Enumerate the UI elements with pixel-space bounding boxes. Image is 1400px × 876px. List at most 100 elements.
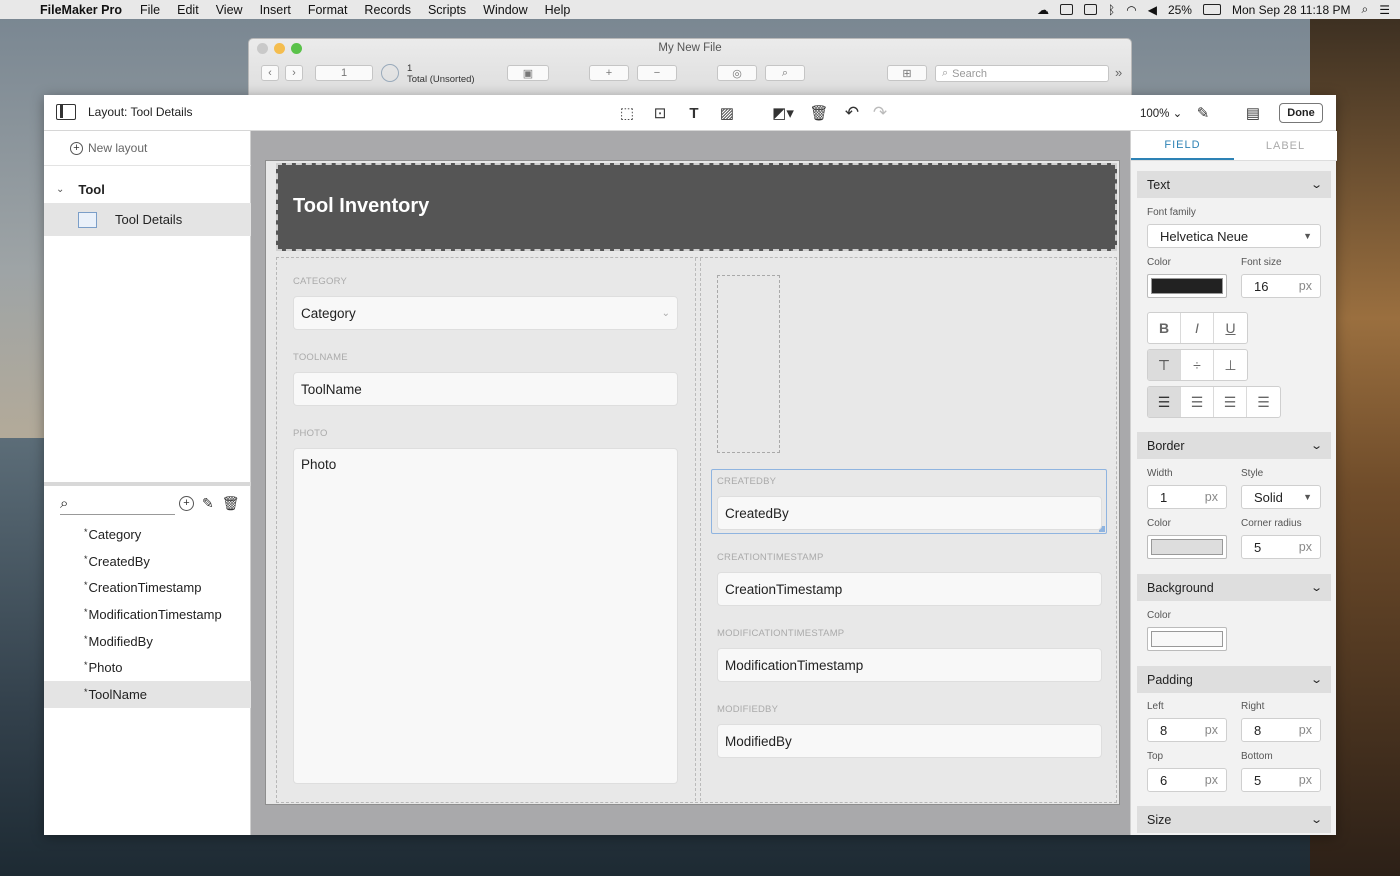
field-label-category[interactable]: CATEGORY bbox=[293, 276, 347, 287]
tab-label[interactable]: LABEL bbox=[1234, 131, 1337, 160]
show-all-icon[interactable]: ▣ bbox=[507, 65, 549, 81]
field-list-item[interactable]: * ModifiedBy bbox=[44, 628, 251, 655]
font-size-input[interactable]: 16 px bbox=[1241, 274, 1321, 298]
find-icon[interactable]: ◎ bbox=[717, 65, 757, 81]
chevron-down-icon[interactable]: ⌄ bbox=[56, 184, 64, 195]
zoom-select[interactable]: 100% ⌄ bbox=[1140, 106, 1182, 120]
cloud-icon[interactable]: ☁ bbox=[1037, 3, 1049, 17]
section-size[interactable]: Size ⌄ bbox=[1137, 806, 1331, 833]
corner-radius-input[interactable]: 5 px bbox=[1241, 535, 1321, 559]
field-tool-icon[interactable]: ⊡ bbox=[649, 102, 671, 124]
file-search-input[interactable]: ⌕ Search bbox=[935, 65, 1109, 82]
menu-scripts[interactable]: Scripts bbox=[428, 3, 466, 17]
delete-record-icon[interactable]: − bbox=[637, 65, 677, 81]
italic-icon[interactable]: I bbox=[1181, 313, 1214, 343]
arrange-icon[interactable]: ◩▾ bbox=[766, 102, 800, 124]
field-modifiedby[interactable]: ModifiedBy bbox=[717, 724, 1102, 758]
menu-file[interactable]: File bbox=[140, 3, 160, 17]
clock[interactable]: Mon Sep 28 11:18 PM bbox=[1232, 3, 1351, 17]
padding-bottom-input[interactable]: 5 px bbox=[1241, 768, 1321, 792]
menu-edit[interactable]: Edit bbox=[177, 3, 199, 17]
header-part[interactable]: Tool Inventory bbox=[276, 163, 1117, 251]
field-list-item[interactable]: * CreationTimestamp bbox=[44, 574, 251, 601]
padding-left-input[interactable]: 8 px bbox=[1147, 718, 1227, 742]
field-list-item[interactable]: * Category bbox=[44, 521, 251, 548]
image-placeholder[interactable] bbox=[717, 275, 780, 453]
sort-icon[interactable]: ⌕ bbox=[765, 65, 805, 81]
bold-icon[interactable]: B bbox=[1148, 313, 1181, 343]
font-family-select[interactable]: Helvetica Neue ▼ bbox=[1147, 224, 1321, 248]
align-left-icon[interactable]: ☰ bbox=[1148, 387, 1181, 417]
back-record-icon[interactable]: ‹ bbox=[261, 65, 279, 81]
border-width-input[interactable]: 1 px bbox=[1147, 485, 1227, 509]
menu-records[interactable]: Records bbox=[364, 3, 411, 17]
share-icon[interactable]: ⊞ bbox=[887, 65, 927, 81]
field-label-creationtimestamp[interactable]: CREATIONTIMESTAMP bbox=[717, 552, 824, 563]
field-label-createdby[interactable]: CREATEDBY bbox=[717, 476, 776, 487]
volume-icon[interactable]: ◀ bbox=[1148, 3, 1157, 17]
field-search-input[interactable]: ⌕ bbox=[60, 493, 175, 515]
padding-top-input[interactable]: 6 px bbox=[1147, 768, 1227, 792]
padding-right-input[interactable]: 8 px bbox=[1241, 718, 1321, 742]
layout-canvas[interactable]: Tool Inventory CATEGORY Category ⌄ TOOLN… bbox=[251, 131, 1130, 835]
field-createdby[interactable]: CreatedBy bbox=[717, 496, 1102, 530]
layout-item-tool-details[interactable]: Tool Details bbox=[44, 203, 251, 236]
section-border[interactable]: Border ⌄ bbox=[1137, 432, 1331, 459]
header-title[interactable]: Tool Inventory bbox=[293, 195, 429, 218]
field-label-toolname[interactable]: TOOLNAME bbox=[293, 352, 348, 363]
field-list-item[interactable]: * Photo bbox=[44, 654, 251, 681]
layout-group-tool[interactable]: ⌄ Tool bbox=[56, 182, 105, 197]
spotlight-search-icon[interactable]: ⌕ bbox=[1362, 2, 1369, 17]
field-list-item[interactable]: * ModificationTimestamp bbox=[44, 601, 251, 628]
field-modificationtimestamp[interactable]: ModificationTimestamp bbox=[717, 648, 1102, 682]
battery-percent[interactable]: 25% bbox=[1168, 3, 1192, 17]
align-middle-icon[interactable]: ÷ bbox=[1181, 350, 1214, 380]
overflow-chevron-icon[interactable]: » bbox=[1115, 65, 1122, 80]
align-bottom-icon[interactable]: ⊥ bbox=[1214, 350, 1247, 380]
section-padding[interactable]: Padding ⌄ bbox=[1137, 666, 1331, 693]
field-list-item-selected[interactable]: * ToolName bbox=[44, 681, 251, 708]
done-button[interactable]: Done bbox=[1279, 103, 1323, 123]
field-creationtimestamp[interactable]: CreationTimestamp bbox=[717, 572, 1102, 606]
control-center-icon[interactable]: ☰ bbox=[1379, 3, 1390, 17]
field-toolname[interactable]: ToolName bbox=[293, 372, 678, 406]
undo-icon[interactable]: ↶ bbox=[841, 102, 863, 124]
redo-icon[interactable]: ↷ bbox=[869, 102, 891, 124]
background-color-swatch[interactable] bbox=[1147, 627, 1227, 651]
toggle-sidebar-icon[interactable] bbox=[56, 104, 76, 120]
save-icon[interactable]: ▤ bbox=[1242, 102, 1264, 124]
image-tool-icon[interactable]: ▨ bbox=[716, 102, 738, 124]
field-label-photo[interactable]: PHOTO bbox=[293, 428, 328, 439]
section-text[interactable]: Text ⌄ bbox=[1137, 171, 1331, 198]
menu-insert[interactable]: Insert bbox=[260, 3, 291, 17]
menu-window[interactable]: Window bbox=[483, 3, 527, 17]
text-tool-icon[interactable]: T bbox=[683, 102, 705, 124]
menu-help[interactable]: Help bbox=[545, 3, 571, 17]
delete-object-icon[interactable]: 🗑 bbox=[808, 102, 830, 124]
border-color-swatch[interactable] bbox=[1147, 535, 1227, 559]
pane-splitter[interactable] bbox=[44, 482, 251, 486]
display-icon[interactable] bbox=[1060, 4, 1074, 15]
menu-format[interactable]: Format bbox=[308, 3, 348, 17]
delete-field-icon[interactable]: 🗑 bbox=[222, 495, 240, 512]
battery-icon[interactable] bbox=[1202, 4, 1221, 15]
align-right-icon[interactable]: ☰ bbox=[1214, 387, 1247, 417]
section-background[interactable]: Background ⌄ bbox=[1137, 574, 1331, 601]
menu-view[interactable]: View bbox=[216, 3, 243, 17]
forward-record-icon[interactable]: › bbox=[285, 65, 303, 81]
add-field-icon[interactable]: + bbox=[179, 496, 194, 511]
align-justify-icon[interactable]: ☰ bbox=[1247, 387, 1280, 417]
field-category[interactable]: Category ⌄ bbox=[293, 296, 678, 330]
field-label-modifiedby[interactable]: MODIFIEDBY bbox=[717, 704, 778, 715]
field-photo[interactable]: Photo bbox=[293, 448, 678, 784]
new-record-icon[interactable]: + bbox=[589, 65, 629, 81]
tab-field[interactable]: FIELD bbox=[1131, 131, 1234, 160]
edit-field-icon[interactable]: ✎ bbox=[202, 495, 214, 512]
select-objects-icon[interactable]: ⬚ bbox=[616, 102, 638, 124]
align-top-icon[interactable]: ⊤ bbox=[1148, 350, 1181, 380]
record-number-field[interactable]: 1 bbox=[315, 65, 373, 81]
bluetooth-icon[interactable]: ᛒ bbox=[1108, 3, 1115, 17]
new-layout-button[interactable]: + New layout bbox=[70, 141, 147, 155]
underline-icon[interactable]: U bbox=[1214, 313, 1247, 343]
body-part[interactable]: CATEGORY Category ⌄ TOOLNAME ToolName PH… bbox=[276, 257, 1117, 803]
